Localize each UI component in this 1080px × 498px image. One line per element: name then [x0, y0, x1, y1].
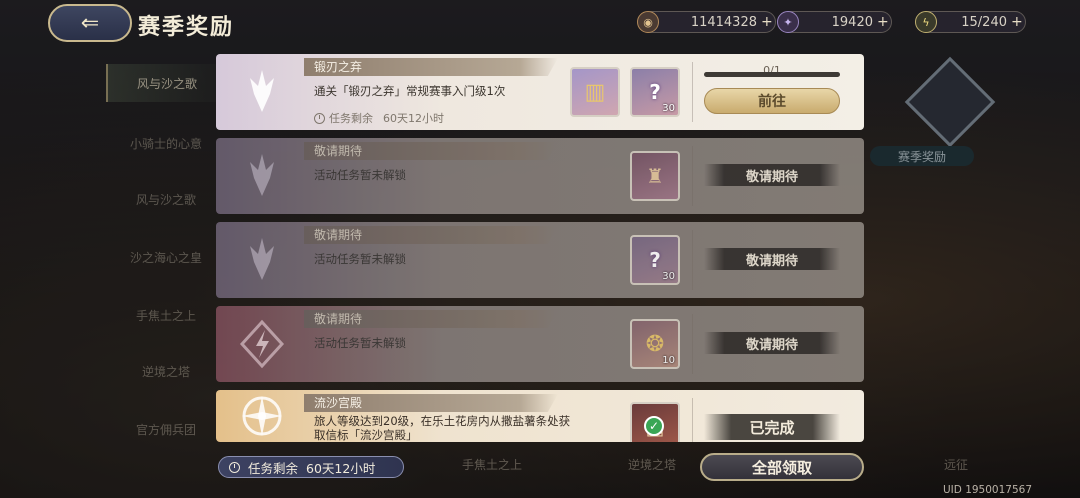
go-button[interactable]: 前往: [704, 88, 840, 114]
currency-coin[interactable]: ◉ 11414328 +: [637, 11, 776, 33]
coin-icon: ◉: [637, 11, 659, 33]
add-icon[interactable]: +: [761, 14, 775, 30]
divider: [692, 146, 693, 206]
claim-all-button[interactable]: 全部领取: [700, 453, 864, 481]
compass-emblem-icon: [216, 390, 308, 442]
task-title: 敬请期待: [304, 310, 558, 328]
golden-orb-icon: ❂: [645, 331, 665, 357]
reward-item[interactable]: ♜: [630, 151, 680, 201]
lightning-emblem-icon: [216, 306, 308, 382]
clock-icon: [314, 112, 325, 124]
uid-label: UID 1950017567: [942, 484, 1032, 496]
task-description: 活动任务暂未解锁: [314, 168, 406, 182]
reward-item[interactable]: ▥: [570, 67, 620, 117]
coming-soon-button[interactable]: 敬请期待: [704, 332, 840, 354]
task-title: 敬请期待: [304, 142, 558, 160]
currency-value: 15/240: [961, 14, 1007, 30]
mystery-reward-icon: ?: [649, 248, 661, 272]
completed-label: 已完成: [704, 414, 840, 440]
season-timer: 任务剩余 60天12小时: [218, 456, 404, 478]
reward-item[interactable]: ❂ 10: [630, 319, 680, 369]
currency-value: 11414328: [690, 14, 757, 30]
reward-item[interactable]: ? 30: [630, 235, 680, 285]
vanity-table-icon: ♜: [646, 164, 664, 188]
task-card: 敬请期待 活动任务暂未解锁 ? 30 敬请期待: [216, 222, 864, 298]
trident-emblem-icon: [216, 138, 308, 214]
bottom-tab[interactable]: 逆境之塔: [628, 456, 676, 473]
reward-quantity: 10: [662, 355, 675, 366]
back-arrow-icon: ⇐: [80, 10, 100, 36]
bottom-tab[interactable]: 远征: [944, 456, 968, 473]
mystery-reward-icon: ?: [649, 80, 661, 104]
timer-value: 60天12小时: [383, 112, 444, 125]
clock-icon: [229, 461, 240, 473]
back-button[interactable]: ⇐: [48, 4, 132, 42]
progress-bar: [704, 72, 840, 77]
trident-emblem-icon: [216, 222, 308, 298]
check-icon: ✓: [644, 416, 664, 436]
coming-soon-button[interactable]: 敬请期待: [704, 248, 840, 270]
task-card: 流沙宫殿 旅人等级达到20级，在乐土花房内从撒盐薯条处获取信标「流沙宫殿」 ▤ …: [216, 390, 864, 442]
task-description: 活动任务暂未解锁: [314, 252, 406, 266]
currency-gem[interactable]: ✦ 19420 +: [777, 11, 892, 33]
task-card: 锻刃之弃 通关「锻刃之弃」常规赛事入门级1次 任务剩余 60天12小时 ▥ ? …: [216, 54, 864, 130]
reward-quantity: 30: [662, 103, 675, 114]
reward-quantity: 30: [662, 271, 675, 282]
lightning-icon: ϟ: [915, 11, 937, 33]
divider: [692, 62, 693, 122]
page-title: 赛季奖励: [138, 15, 235, 40]
timer-label: 任务剩余: [329, 112, 373, 125]
treasure-chest-icon: ▥: [584, 79, 606, 105]
task-title: 锻刃之弃: [304, 58, 558, 76]
star-gem-icon: ✦: [777, 11, 799, 33]
currency-value: 19420: [831, 14, 873, 30]
task-card: 敬请期待 活动任务暂未解锁 ❂ 10 敬请期待: [216, 306, 864, 382]
divider: [692, 398, 693, 442]
add-icon[interactable]: +: [877, 14, 891, 30]
task-description: 旅人等级达到20级，在乐土花房内从撒盐薯条处获取信标「流沙宫殿」: [314, 414, 571, 442]
reward-item[interactable]: ? 30: [630, 67, 680, 117]
task-description: 活动任务暂未解锁: [314, 336, 406, 350]
task-title: 流沙宫殿: [304, 394, 558, 412]
timer-value: 60天12小时: [306, 460, 376, 476]
divider: [692, 230, 693, 290]
task-title: 敬请期待: [304, 226, 558, 244]
task-timer: 任务剩余 60天12小时: [314, 110, 444, 126]
trident-emblem-icon: [216, 54, 308, 130]
currency-stamina[interactable]: ϟ 15/240 +: [915, 11, 1026, 33]
coming-soon-button[interactable]: 敬请期待: [704, 164, 840, 186]
task-card: 敬请期待 活动任务暂未解锁 ♜ 敬请期待: [216, 138, 864, 214]
add-icon[interactable]: +: [1011, 14, 1025, 30]
timer-label: 任务剩余: [248, 460, 299, 476]
task-description: 通关「锻刃之弃」常规赛事入门级1次: [314, 84, 506, 98]
bottom-tab[interactable]: 手焦土之上: [462, 456, 522, 473]
divider: [692, 314, 693, 374]
